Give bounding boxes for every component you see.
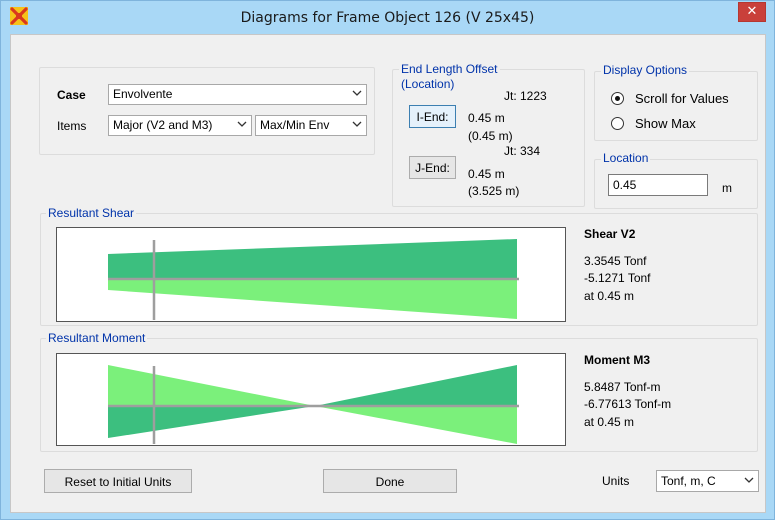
scroll-for-values-label: Scroll for Values	[635, 91, 729, 106]
i-end-length: 0.45 m	[468, 111, 505, 125]
moment-heading: Moment M3	[584, 353, 650, 367]
location-input[interactable]: 0.45	[608, 174, 708, 196]
items-mode-value: Max/Min Env	[260, 118, 330, 132]
j-end-location: (3.525 m)	[468, 184, 520, 198]
case-select[interactable]: Envolvente	[108, 84, 367, 105]
moment-left-negative-region	[108, 406, 315, 438]
shear-group-title: Resultant Shear	[46, 206, 137, 220]
items-label: Items	[57, 119, 87, 133]
moment-max-value: 5.8487 Tonf-m	[584, 380, 661, 394]
chevron-down-icon	[237, 117, 247, 134]
scroll-for-values-radio[interactable]	[611, 92, 624, 105]
moment-min-value: -6.77613 Tonf-m	[584, 397, 672, 411]
moment-right-negative-region	[315, 406, 517, 444]
shear-min-value: -5.1271 Tonf	[584, 271, 651, 285]
units-label: Units	[602, 474, 630, 488]
case-items-group	[39, 67, 375, 155]
shear-heading: Shear V2	[584, 227, 636, 241]
window-title: Diagrams for Frame Object 126 (V 25x45)	[240, 10, 535, 26]
show-max-label: Show Max	[635, 116, 696, 131]
location-unit: m	[722, 181, 732, 195]
display-options-title: Display Options	[601, 63, 690, 77]
items-mode-select[interactable]: Max/Min Env	[255, 115, 367, 136]
title-bar[interactable]: Diagrams for Frame Object 126 (V 25x45) …	[1, 1, 774, 33]
shear-diagram[interactable]	[56, 227, 566, 322]
shear-max-value: 3.3545 Tonf	[584, 254, 647, 268]
shear-diagram-svg	[108, 239, 519, 320]
moment-diagram[interactable]	[56, 353, 566, 446]
reset-units-button[interactable]: Reset to Initial Units	[44, 469, 192, 493]
moment-diagram-svg	[108, 365, 519, 444]
done-button[interactable]: Done	[323, 469, 457, 493]
j-end-button[interactable]: J-End:	[409, 156, 456, 179]
case-value: Envolvente	[113, 87, 173, 101]
chevron-down-icon	[352, 86, 362, 103]
moment-group-title: Resultant Moment	[46, 331, 148, 345]
i-end-joint: Jt: 1223	[504, 89, 547, 103]
location-title: Location	[601, 151, 651, 165]
moment-right-positive-region	[315, 365, 517, 406]
moment-at-location: at 0.45 m	[584, 415, 635, 429]
units-select[interactable]: Tonf, m, C	[656, 470, 759, 492]
items-component-value: Major (V2 and M3)	[113, 118, 213, 132]
j-end-length: 0.45 m	[468, 167, 505, 181]
i-end-button[interactable]: I-End:	[409, 105, 456, 128]
units-value: Tonf, m, C	[661, 474, 716, 488]
end-offset-subtitle: (Location)	[399, 77, 457, 91]
chevron-down-icon	[352, 117, 362, 134]
show-max-radio[interactable]	[611, 117, 624, 130]
close-button[interactable]: ✕	[738, 2, 766, 22]
close-icon: ✕	[746, 4, 758, 19]
i-end-location: (0.45 m)	[468, 129, 513, 143]
case-label: Case	[57, 88, 86, 102]
j-end-joint: Jt: 334	[504, 144, 541, 158]
shear-at-location: at 0.45 m	[584, 289, 635, 303]
shear-positive-region	[108, 239, 517, 279]
dialog-client-area: Case Envolvente Items Major (V2 and M3) …	[10, 34, 766, 513]
end-offset-title: End Length Offset	[399, 62, 500, 76]
items-component-select[interactable]: Major (V2 and M3)	[108, 115, 252, 136]
dialog-window: Diagrams for Frame Object 126 (V 25x45) …	[0, 0, 775, 520]
shear-negative-region	[108, 279, 517, 319]
moment-left-positive-region	[108, 365, 315, 406]
chevron-down-icon	[744, 473, 754, 490]
